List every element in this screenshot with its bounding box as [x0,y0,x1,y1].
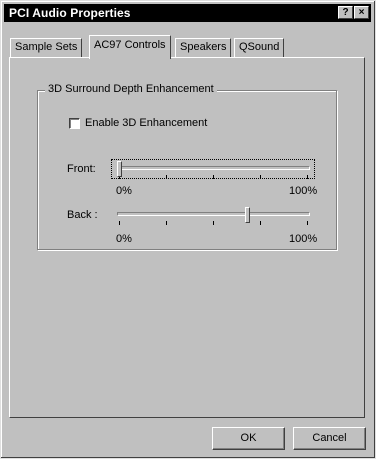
window-title: PCI Audio Properties [9,6,131,20]
properties-dialog: PCI Audio Properties ? × Sample Sets AC9… [0,0,376,459]
help-button[interactable]: ? [338,6,353,19]
tab-speakers[interactable]: Speakers [175,38,232,57]
tab-qsound[interactable]: QSound [234,38,285,57]
tab-panel [9,57,365,418]
title-bar[interactable]: PCI Audio Properties ? × [4,4,371,22]
close-button[interactable]: × [354,6,369,19]
tab-sample-sets[interactable]: Sample Sets [10,38,83,57]
cancel-button[interactable]: Cancel [293,427,366,450]
ok-button[interactable]: OK [212,427,285,450]
tab-ac97-controls[interactable]: AC97 Controls [89,35,171,59]
